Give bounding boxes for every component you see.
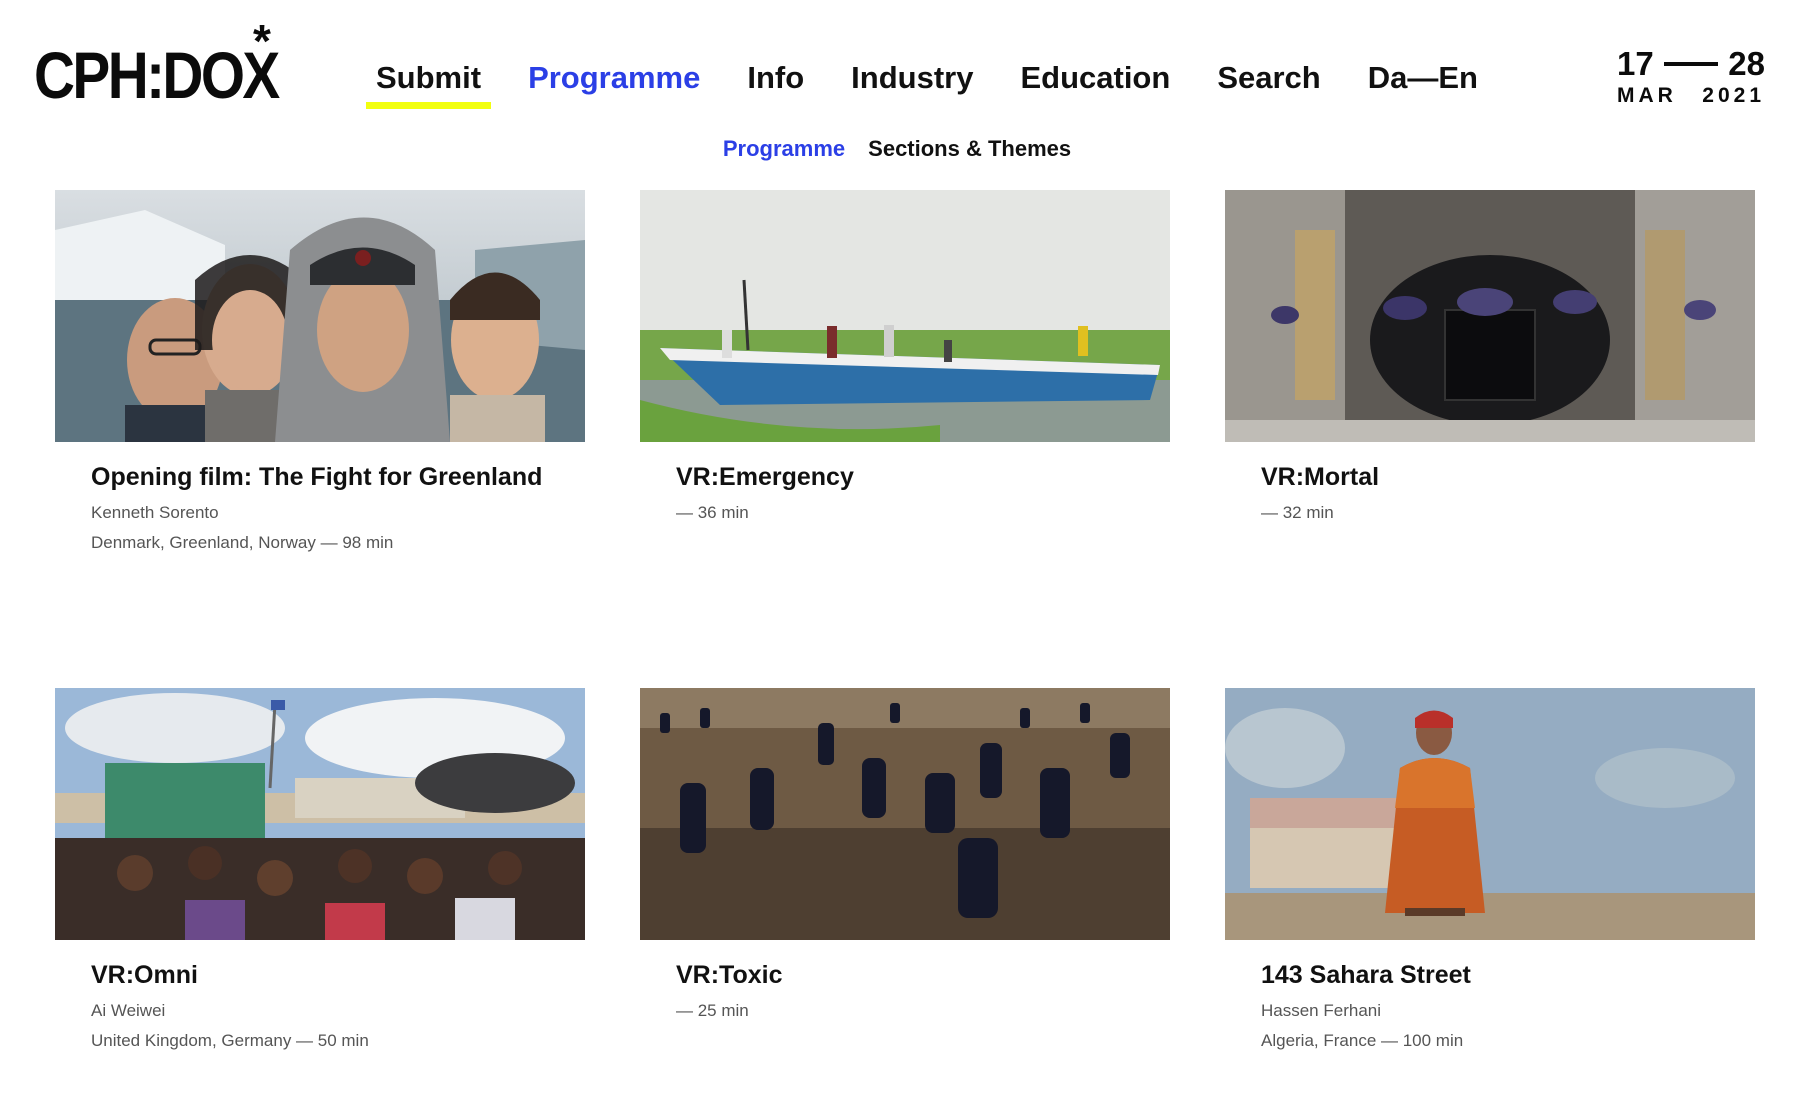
dates-month-year: MAR 2021 [1617, 82, 1765, 110]
subnav-sections-themes[interactable]: Sections & Themes [868, 134, 1071, 164]
nav-search[interactable]: Search [1217, 56, 1320, 100]
film-title[interactable]: Opening film: The Fight for Greenland [91, 460, 585, 494]
film-card[interactable]: VR:Emergency — 36 min [640, 190, 1170, 528]
film-details: Algeria, France — 100 min [1261, 1031, 1464, 1050]
film-card[interactable]: VR:Omni Ai Weiwei United Kingdom, German… [55, 688, 585, 1056]
nav-education[interactable]: Education [1020, 56, 1170, 100]
film-details: Denmark, Greenland, Norway — 98 min [91, 533, 394, 552]
film-thumbnail[interactable] [1225, 190, 1755, 442]
film-details: United Kingdom, Germany — 50 min [91, 1031, 369, 1050]
greenland-portrait-image [55, 190, 585, 442]
film-details: — 36 min [676, 503, 749, 522]
vr-panorama-image [1225, 190, 1755, 442]
dates-days: 17 28 [1617, 45, 1765, 82]
nav-industry[interactable]: Industry [851, 56, 973, 100]
film-title[interactable]: VR:Toxic [676, 958, 1170, 992]
subnav-programme[interactable]: Programme [723, 134, 845, 164]
dates-dash [1663, 62, 1719, 66]
film-thumbnail[interactable] [1225, 688, 1755, 940]
film-info: 143 Sahara Street Hassen Ferhani Algeria… [1225, 940, 1755, 1056]
film-details: — 32 min [1261, 503, 1334, 522]
film-thumbnail[interactable] [55, 190, 585, 442]
sahara-portrait-image [1225, 688, 1755, 940]
film-info: VR:Toxic — 25 min [640, 940, 1170, 1026]
film-director: Kenneth Sorento [91, 503, 219, 522]
film-title[interactable]: VR:Mortal [1261, 460, 1755, 494]
site-logo[interactable]: CPH:DOX [34, 42, 280, 108]
field-search-image [640, 688, 1170, 940]
film-info: VR:Emergency — 36 min [640, 442, 1170, 528]
film-info: VR:Mortal — 32 min [1225, 442, 1755, 528]
film-card[interactable]: 143 Sahara Street Hassen Ferhani Algeria… [1225, 688, 1755, 1056]
nav-language-toggle[interactable]: Da—En [1368, 56, 1478, 100]
film-title[interactable]: 143 Sahara Street [1261, 958, 1755, 992]
start-day: 17 [1617, 45, 1654, 82]
boat-river-image [640, 190, 1170, 442]
film-thumbnail[interactable] [640, 190, 1170, 442]
film-info: VR:Omni Ai Weiwei United Kingdom, German… [55, 940, 585, 1056]
film-card[interactable]: Opening film: The Fight for Greenland Ke… [55, 190, 585, 558]
film-thumbnail[interactable] [55, 688, 585, 940]
nav-info[interactable]: Info [747, 56, 804, 100]
nav-submit[interactable]: Submit [365, 56, 492, 109]
refugee-crowd-image [55, 688, 585, 940]
year: 2021 [1702, 84, 1765, 107]
month: MAR [1617, 84, 1677, 107]
film-thumbnail[interactable] [640, 688, 1170, 940]
page: CPH:DOX * Submit Programme Info Industry… [0, 0, 1800, 1115]
film-details: — 25 min [676, 1001, 749, 1020]
film-title[interactable]: VR:Omni [91, 958, 585, 992]
end-day: 28 [1728, 45, 1765, 82]
sub-nav: Programme Sections & Themes [0, 134, 1800, 164]
film-title[interactable]: VR:Emergency [676, 460, 1170, 494]
nav-programme[interactable]: Programme [528, 56, 700, 100]
film-director: Ai Weiwei [91, 1001, 166, 1020]
film-card[interactable]: VR:Mortal — 32 min [1225, 190, 1755, 528]
logo-asterisk: * [253, 15, 271, 67]
film-director: Hassen Ferhani [1261, 1001, 1382, 1020]
film-info: Opening film: The Fight for Greenland Ke… [55, 442, 585, 558]
festival-dates: 17 28 MAR 2021 [1617, 45, 1765, 110]
film-card[interactable]: VR:Toxic — 25 min [640, 688, 1170, 1026]
main-nav: Submit Programme Info Industry Education… [365, 56, 1478, 112]
